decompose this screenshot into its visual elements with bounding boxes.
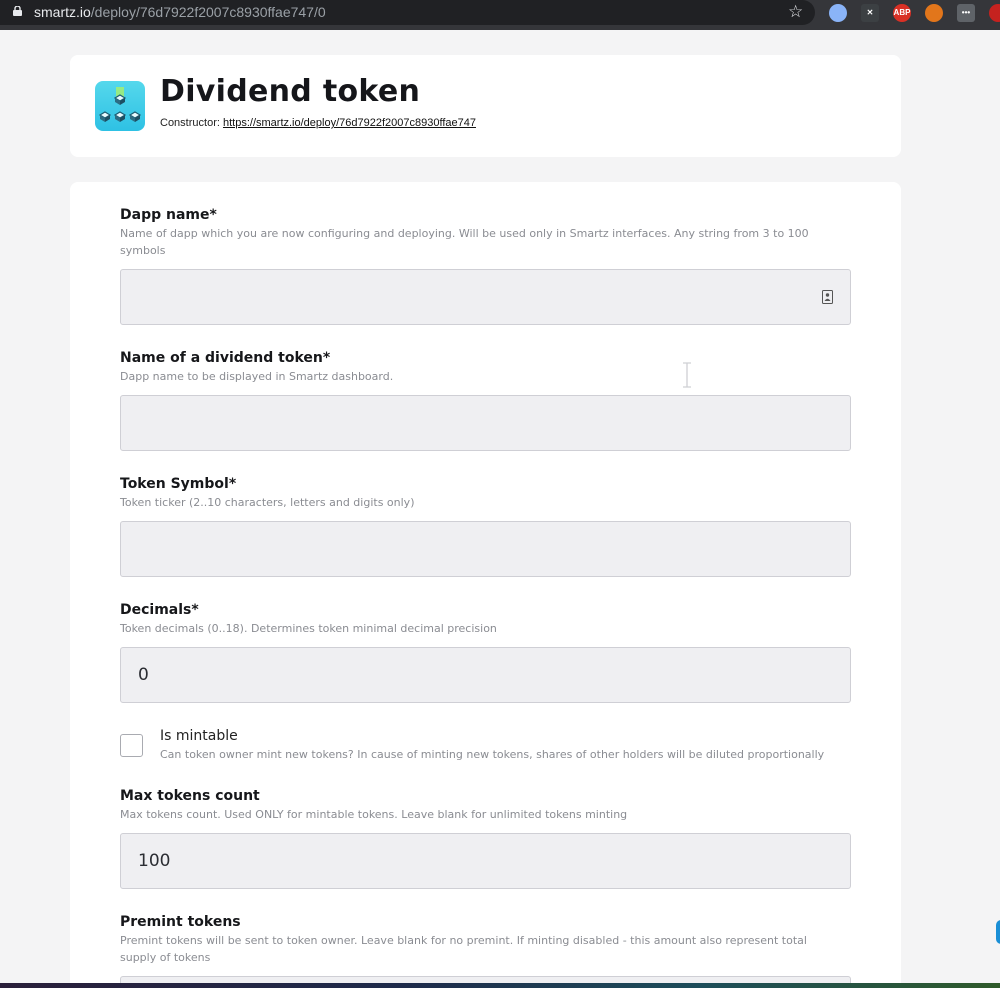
decimals-input[interactable]: 0: [120, 647, 851, 703]
bookmark-star-icon[interactable]: ☆: [788, 3, 803, 21]
is-mintable-label: Is mintable: [160, 728, 238, 744]
decimals-description: Token decimals (0..18). Determines token…: [120, 622, 497, 635]
token-symbol-description: Token ticker (2..10 characters, letters …: [120, 496, 415, 509]
token-name-description: Dapp name to be displayed in Smartz dash…: [120, 370, 394, 383]
taskbar: [0, 983, 1000, 988]
lock-icon: [13, 6, 22, 16]
autofill-contact-icon[interactable]: [822, 290, 833, 304]
token-symbol-label: Token Symbol*: [120, 476, 237, 492]
address-bar[interactable]: smartz.io/deploy/76d7922f2007c8930ffae74…: [0, 0, 815, 25]
decimals-value: 0: [138, 665, 149, 685]
dapp-name-label: Dapp name*: [120, 207, 217, 223]
deploy-form: Dapp name* Name of dapp which you are no…: [70, 182, 901, 988]
header-card: Dividend token Constructor: https://smar…: [70, 55, 901, 157]
token-name-input[interactable]: [120, 395, 851, 451]
dapp-name-input[interactable]: [120, 269, 851, 325]
url-host: smartz.io: [34, 4, 91, 20]
max-tokens-value: 100: [138, 851, 171, 871]
url-path: /deploy/76d7922f2007c8930ffae747/0: [90, 4, 326, 20]
is-mintable-description: Can token owner mint new tokens? In caus…: [160, 748, 825, 761]
token-symbol-input[interactable]: [120, 521, 851, 577]
extension-1-icon[interactable]: [829, 4, 847, 22]
metamask-icon[interactable]: [925, 4, 943, 22]
text-cursor-icon: [683, 362, 691, 388]
page-title: Dividend token: [160, 74, 421, 109]
token-name-label: Name of a dividend token*: [120, 350, 331, 366]
extension-2-icon[interactable]: ✕: [861, 4, 879, 22]
adblock-icon[interactable]: ABP: [893, 4, 911, 22]
constructor-link[interactable]: https://smartz.io/deploy/76d7922f2007c89…: [223, 117, 476, 129]
dapp-name-description: Name of dapp which you are now configuri…: [120, 227, 809, 257]
decimals-label: Decimals*: [120, 602, 199, 618]
max-tokens-description: Max tokens count. Used ONLY for mintable…: [120, 808, 628, 821]
premint-description: Premint tokens will be sent to token own…: [120, 934, 807, 964]
url-text: smartz.io/deploy/76d7922f2007c8930ffae74…: [34, 4, 326, 20]
constructor-line: Constructor: https://smartz.io/deploy/76…: [160, 117, 476, 129]
constructor-label: Constructor:: [160, 117, 220, 129]
extension-6-icon[interactable]: [989, 4, 1000, 22]
dividend-token-logo-icon: [95, 81, 145, 131]
max-tokens-label: Max tokens count: [120, 788, 260, 804]
premint-label: Premint tokens: [120, 914, 241, 930]
browser-toolbar: smartz.io/deploy/76d7922f2007c8930ffae74…: [0, 0, 1000, 30]
is-mintable-checkbox[interactable]: [120, 734, 143, 757]
extension-menu-icon[interactable]: •••: [957, 4, 975, 22]
side-widget-icon[interactable]: [996, 920, 1000, 944]
max-tokens-input[interactable]: 100: [120, 833, 851, 889]
